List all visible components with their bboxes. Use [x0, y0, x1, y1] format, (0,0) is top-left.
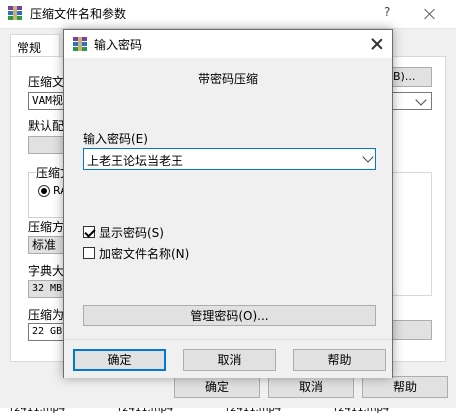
winrar-icon: [8, 6, 22, 20]
bg-window-title: 压缩文件名和参数: [30, 7, 127, 21]
bg-title-bar: 压缩文件名和参数 ?: [0, 0, 456, 29]
dialog-close-icon[interactable]: [368, 35, 386, 53]
chevron-down-icon[interactable]: [362, 151, 374, 163]
split-field[interactable]: 22 GB: [28, 323, 68, 341]
ok-button[interactable]: 确定: [73, 349, 166, 371]
bg-help-button[interactable]: 帮助: [362, 376, 448, 398]
archive-name-dropdown[interactable]: [388, 92, 432, 110]
show-password-label[interactable]: 显示密码(S): [99, 224, 164, 241]
tab-general[interactable]: 常规: [10, 34, 60, 57]
encrypt-names-label[interactable]: 加密文件名称(N): [99, 245, 189, 262]
label-default-profile: 默认配: [28, 119, 64, 133]
radio-rar[interactable]: [38, 185, 50, 197]
dialog-title: 输入密码: [94, 38, 143, 52]
file-item[interactable]: r2411.mp4: [10, 408, 65, 416]
bg-cancel-button[interactable]: 取消: [268, 376, 354, 398]
file-item[interactable]: r2411.mp4: [334, 408, 389, 416]
show-password-checkbox[interactable]: [83, 226, 96, 238]
archive-name-field[interactable]: VAM视频: [28, 92, 68, 110]
dialog-heading: 带密码压缩: [197, 72, 258, 86]
chevron-down-icon: [415, 94, 427, 106]
password-input[interactable]: 上老王论坛当老王: [87, 152, 183, 169]
encrypt-names-checkbox[interactable]: [83, 247, 95, 259]
cancel-button[interactable]: 取消: [183, 349, 276, 371]
bg-ok-button[interactable]: 确定: [174, 376, 260, 398]
label-split: 压缩为: [28, 308, 64, 322]
profile-button[interactable]: [28, 136, 66, 154]
dictionary-select[interactable]: 32 MB: [28, 280, 66, 298]
check-icon: [84, 226, 96, 238]
label-method: 压缩方: [28, 220, 64, 234]
help-button[interactable]: 帮助: [293, 349, 386, 371]
file-list-strip: r2411.mp4 r2411.mp4 r2411.mp4 r2411.mp4: [0, 408, 456, 416]
browse-button[interactable]: B)...: [388, 67, 432, 87]
password-dialog: 输入密码 带密码压缩 输入密码(E) 上老王论坛当老王 显示密码(S) 加密文件…: [63, 29, 393, 378]
label-dictionary: 字典大: [28, 264, 64, 278]
label-format: 压缩文: [36, 164, 66, 181]
method-select[interactable]: 标准: [28, 236, 66, 254]
password-label: 输入密码(E): [83, 132, 148, 146]
tab-general-label: 常规: [17, 41, 42, 55]
bg-options-box: [388, 172, 432, 296]
dialog-title-bar: 输入密码: [64, 30, 392, 58]
file-item[interactable]: r2411.mp4: [226, 408, 281, 416]
bg-right-button[interactable]: [388, 320, 432, 340]
label-archive-name: 压缩文: [28, 75, 64, 89]
password-combobox[interactable]: 上老王论坛当老王: [83, 148, 376, 170]
winrar-icon: [73, 37, 87, 51]
help-icon[interactable]: ?: [384, 5, 390, 19]
manage-passwords-button[interactable]: 管理密码(O)...: [83, 305, 376, 326]
file-item[interactable]: r2411.mp4: [118, 408, 173, 416]
close-icon[interactable]: [420, 4, 440, 24]
